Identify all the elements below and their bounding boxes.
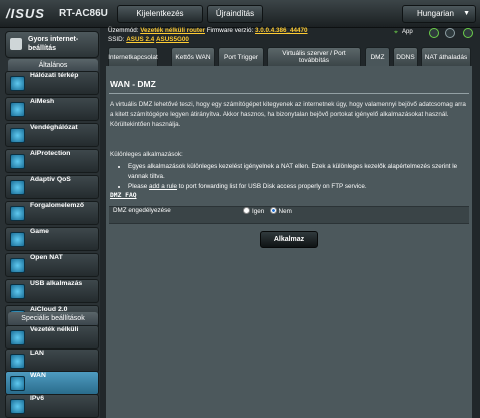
usb-icon bbox=[10, 284, 25, 299]
ipv6-icon bbox=[10, 399, 25, 414]
tab-internet-connection[interactable]: Internetkapcsolat bbox=[108, 47, 158, 66]
sidebar-item-aiprotection[interactable]: AiProtection bbox=[5, 149, 99, 173]
bullet-text: to port forwarding list for USB Disk acc… bbox=[177, 183, 367, 190]
network-map-icon bbox=[10, 76, 25, 91]
aimesh-icon bbox=[10, 102, 25, 117]
game-icon bbox=[10, 232, 25, 247]
tab-dual-wan[interactable]: Kettős WAN bbox=[171, 47, 215, 66]
router-model: RT-AC86U bbox=[59, 8, 108, 19]
language-select[interactable]: Hungarian ▼ bbox=[402, 5, 476, 23]
notification-icon[interactable] bbox=[463, 28, 473, 38]
list-item: Egyes alkalmazások különleges kezelést i… bbox=[128, 162, 468, 182]
dmz-faq-link[interactable]: DMZ FAQ bbox=[110, 192, 137, 199]
internet-status-icon[interactable] bbox=[429, 28, 439, 38]
sidebar-item-usb[interactable]: USB alkalmazás bbox=[5, 279, 99, 303]
add-rule-link[interactable]: add a rule bbox=[149, 183, 177, 190]
tab-virtual-server[interactable]: Virtuális szerver / Port továbbítás bbox=[267, 47, 361, 66]
radio-no[interactable] bbox=[269, 207, 277, 214]
sidebar-item-lan[interactable]: LAN bbox=[5, 349, 99, 373]
sidebar-item-traffic-analyzer[interactable]: Forgalomelemző bbox=[5, 201, 99, 225]
tab-bar: Internetkapcsolat Kettős WAN Port Trigge… bbox=[108, 47, 471, 66]
sidebar-item-guest-network[interactable]: Vendéghálózat bbox=[5, 123, 99, 147]
qos-icon bbox=[10, 180, 25, 195]
list-item: Please add a rule to port forwarding lis… bbox=[128, 182, 468, 192]
sidebar-item-open-nat[interactable]: Open NAT bbox=[5, 253, 99, 277]
main-content: WAN - DMZ A virtuális DMZ lehetővé teszi… bbox=[106, 66, 472, 418]
language-value: Hungarian bbox=[417, 9, 454, 18]
radio-yes-label[interactable]: Igen bbox=[252, 208, 264, 215]
sidebar-item-aimesh[interactable]: AiMesh bbox=[5, 97, 99, 121]
app-qr-icon[interactable]: ⌖ bbox=[394, 29, 398, 37]
tab-port-trigger[interactable]: Port Trigger bbox=[218, 47, 264, 66]
sidebar-item-label: IPv6 bbox=[30, 395, 44, 402]
dmz-enable-options: Igen Nem bbox=[243, 207, 292, 215]
app-label[interactable]: App bbox=[402, 29, 413, 35]
page-title: WAN - DMZ bbox=[110, 79, 156, 89]
ssid-5g: ASUS5G00 bbox=[155, 36, 189, 43]
quick-setup-button[interactable]: Gyors internet-beállítás bbox=[5, 31, 99, 58]
guest-network-icon bbox=[10, 128, 25, 143]
mode-value[interactable]: Vezeték nélküli router bbox=[140, 27, 205, 34]
ssid-label: SSID: bbox=[108, 36, 125, 43]
brand-logo: /ISUS bbox=[6, 6, 45, 21]
tab-ddns[interactable]: DDNS bbox=[393, 47, 418, 66]
top-bar: /ISUS RT-AC86U Kijelentkezés Újraindítás… bbox=[0, 0, 480, 28]
sidebar-item-label: AiMesh bbox=[30, 98, 55, 105]
sidebar-item-ipv6[interactable]: IPv6 bbox=[5, 394, 99, 418]
sidebar-item-label: AiProtection bbox=[30, 150, 71, 157]
sidebar-item-network-map[interactable]: Hálózati térkép bbox=[5, 71, 99, 95]
sidebar-item-label: Open NAT bbox=[30, 254, 63, 261]
quick-setup-label: Gyors internet-beállítás bbox=[28, 36, 79, 52]
sidebar-item-label: USB alkalmazás bbox=[30, 280, 83, 287]
lan-icon bbox=[10, 354, 25, 369]
bullet-text: Please bbox=[128, 183, 150, 190]
sidebar-item-label: LAN bbox=[30, 350, 44, 357]
advanced-section-header: Speciális beállítások bbox=[8, 312, 98, 326]
sidebar-item-label: Adaptív QoS bbox=[30, 176, 71, 183]
special-apps-title: Különleges alkalmazások: bbox=[110, 151, 183, 158]
usb-status-icon[interactable] bbox=[445, 28, 455, 38]
sidebar-item-wan[interactable]: WAN bbox=[5, 371, 99, 395]
sidebar-item-label: WAN bbox=[30, 372, 46, 379]
dmz-enable-row: DMZ engedélyezése Igen Nem bbox=[109, 206, 469, 224]
sidebar-item-label: Hálózati térkép bbox=[30, 72, 79, 79]
status-icons: ⌖ App bbox=[389, 28, 479, 40]
sidebar-item-label: Game bbox=[30, 228, 49, 235]
firmware-value[interactable]: 3.0.0.4.386_44470 bbox=[255, 27, 308, 34]
title-divider bbox=[109, 93, 469, 94]
dmz-enable-label: DMZ engedélyezése bbox=[113, 207, 171, 214]
firmware-label: Firmware verzió: bbox=[206, 27, 254, 34]
ssid-24: ASUS 2.4 bbox=[126, 36, 155, 43]
tab-nat-passthrough[interactable]: NAT áthaladás bbox=[421, 47, 471, 66]
sidebar-item-label: Vezeték nélküli bbox=[30, 326, 79, 333]
mode-label: Üzemmód: bbox=[108, 27, 139, 34]
logout-button[interactable]: Kijelentkezés bbox=[117, 5, 203, 23]
apply-button[interactable]: Alkalmaz bbox=[260, 231, 318, 248]
open-nat-icon bbox=[10, 258, 25, 273]
chevron-down-icon: ▼ bbox=[463, 10, 470, 17]
sidebar-item-label: Vendéghálózat bbox=[30, 124, 78, 131]
sidebar-item-game[interactable]: Game bbox=[5, 227, 99, 251]
quick-setup-icon bbox=[10, 38, 22, 50]
dmz-description: A virtuális DMZ lehetővé teszi, hogy egy… bbox=[110, 101, 466, 128]
traffic-analyzer-icon bbox=[10, 206, 25, 221]
reboot-button[interactable]: Újraindítás bbox=[207, 5, 263, 23]
wan-icon bbox=[10, 376, 25, 391]
special-apps-list: Egyes alkalmazások különleges kezelést i… bbox=[122, 162, 468, 192]
sidebar: Gyors internet-beállítás Általános Hálóz… bbox=[0, 28, 100, 418]
sidebar-item-adaptive-qos[interactable]: Adaptív QoS bbox=[5, 175, 99, 199]
radio-yes[interactable] bbox=[243, 207, 250, 214]
radio-no-label[interactable]: Nem bbox=[279, 208, 292, 215]
sidebar-item-wireless[interactable]: Vezeték nélküli bbox=[5, 325, 99, 349]
shield-icon bbox=[10, 154, 25, 169]
sidebar-item-label: Forgalomelemző bbox=[30, 202, 85, 209]
wireless-icon bbox=[10, 330, 25, 345]
tab-dmz[interactable]: DMZ bbox=[365, 47, 390, 66]
